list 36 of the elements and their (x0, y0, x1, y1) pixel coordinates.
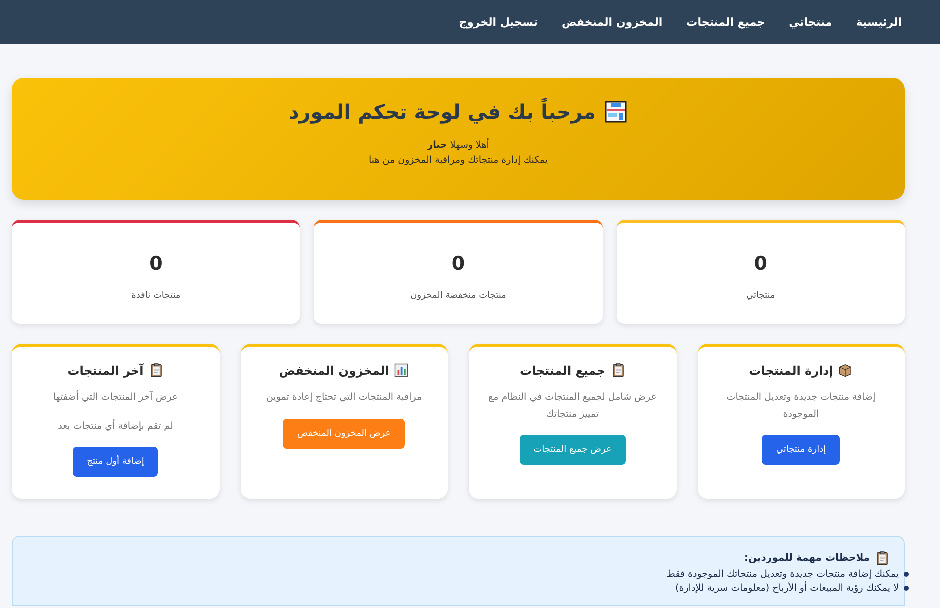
note-text: لا يمكنك رؤية المبيعات أو الأرباح (معلومات سرية للإدارة) (676, 583, 899, 594)
clipboard-icon (610, 363, 626, 378)
bullet-icon (904, 572, 909, 577)
box-icon (838, 363, 854, 378)
nav-link[interactable]: منتجاتي (789, 12, 832, 32)
card-description: عرض آخر المنتجات التي أضفتها (53, 390, 178, 405)
notes-title: ملاحظات مهمة للموردين: (744, 553, 870, 564)
card-title: المخزون المنخفض (279, 364, 390, 378)
stat-value: 0 (150, 253, 163, 275)
welcome-subtitle: يمكنك إدارة منتجاتك ومراقبة المخزون من هنا (368, 155, 550, 166)
card-description: مراقبة المنتجات التي تحتاج إعادة تموين (266, 391, 422, 405)
clipboard-icon (148, 363, 164, 378)
clipboard-icon (875, 551, 890, 566)
stat-value: 0 (452, 253, 466, 275)
shop-icon (604, 100, 628, 124)
empty-message: لم تقم بإضافة أي منتجات بعد (58, 418, 174, 434)
action-button[interactable]: إدارة منتجاتي (762, 435, 840, 466)
stat-value: 0 (754, 253, 768, 275)
note-text: يمكنك إضافة منتجات جديدة وتعديل منتجاتك الموجودة فقط (666, 569, 899, 580)
nav-link[interactable]: تسجيل الخروج (459, 12, 538, 32)
card-description: إضافة منتجات جديدة وتعديل المنتجات الموجودة (726, 391, 877, 422)
stat-label: منتجاتي (746, 291, 776, 301)
card-title: جميع المنتجات (520, 364, 606, 378)
welcome-title: مرحباً بك في لوحة تحكم المورد (288, 100, 596, 124)
greeting-text: أهلا وسهلا جبار (426, 140, 490, 151)
bullet-icon (904, 586, 909, 591)
card-title: آخر المنتجات (68, 364, 144, 378)
card-description: عرض شامل لجميع المنتجات في النظام مع تمييز منتجاتك (488, 391, 658, 422)
nav-link[interactable]: جميع المنتجات (686, 12, 766, 32)
bar-chart-icon (394, 363, 410, 378)
nav-link[interactable]: الرئيسية (856, 12, 902, 32)
card-title: إدارة المنتجات (749, 364, 834, 378)
stat-label: منتجات منخفضة المخزون (410, 291, 506, 301)
stat-label: منتجات نافدة (132, 291, 181, 301)
action-button[interactable]: إضافة أول منتج (73, 447, 158, 478)
nav-link[interactable]: المخزون المنخفض (562, 12, 663, 32)
